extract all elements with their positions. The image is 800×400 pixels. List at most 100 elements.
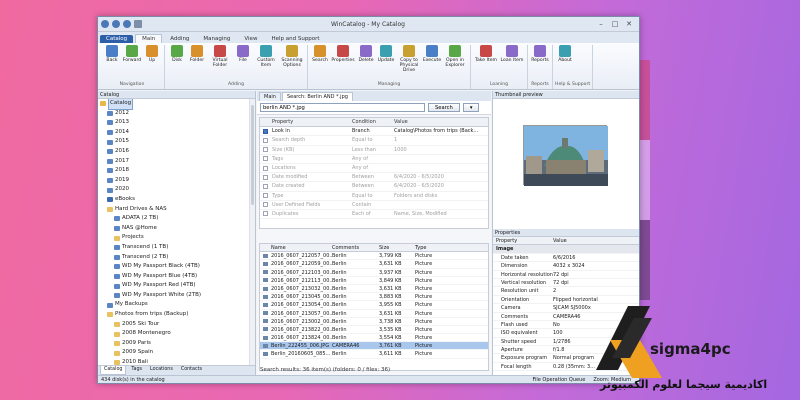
- table-row[interactable]: 2016_0607_212059_00... Berlin 3,631 KB Pict…: [260, 260, 488, 269]
- criteria-row[interactable]: User Defined Fields Contain: [260, 201, 488, 210]
- copy-to-physical-drive-button[interactable]: Copy to Physical Drive: [396, 45, 422, 82]
- tab-catalog[interactable]: Catalog: [100, 35, 134, 43]
- close-icon[interactable]: ✕: [622, 20, 636, 28]
- tree-item[interactable]: WD My Passport Red (4TB): [98, 281, 249, 291]
- property-row[interactable]: Dimension 4032 x 3024: [493, 262, 639, 271]
- table-row[interactable]: 2016_0607_212057_00... Berlin 3,799 KB Pict…: [260, 252, 488, 261]
- folder-button[interactable]: Folder: [187, 45, 207, 82]
- search-options-button[interactable]: ▾: [462, 103, 480, 112]
- criteria-checkbox[interactable]: [262, 174, 268, 180]
- table-row[interactable]: 2016_0607_213824_00... Berlin 3,554 KB Pict…: [260, 334, 488, 343]
- tree-item[interactable]: WD My Passport White (2TB): [98, 291, 249, 301]
- tab-view[interactable]: View: [238, 35, 263, 43]
- forward-quick-icon[interactable]: [123, 20, 131, 28]
- search-button[interactable]: Search: [310, 45, 330, 82]
- doc-tab-main[interactable]: Main: [259, 92, 281, 101]
- tab-adding[interactable]: Adding: [164, 35, 195, 43]
- maximize-icon[interactable]: □: [608, 20, 622, 28]
- criteria-row[interactable]: Type Equal to Folders and disks: [260, 192, 488, 201]
- disk-button[interactable]: Disk: [167, 45, 187, 82]
- tab-managing[interactable]: Managing: [197, 35, 236, 43]
- loan-item-button[interactable]: Loan Item: [499, 45, 525, 82]
- tree-item[interactable]: Projects: [98, 233, 249, 243]
- tree-item[interactable]: Transcend (2 TB): [98, 253, 249, 263]
- tree-item[interactable]: Hard Drives & NAS: [98, 205, 249, 215]
- table-row[interactable]: Berlin_222455_006.JPG CAMERA46 3,761 KB Pic…: [260, 342, 488, 351]
- criteria-col-condition[interactable]: Condition: [352, 118, 394, 126]
- search-button[interactable]: Search: [428, 103, 460, 112]
- criteria-checkbox[interactable]: [262, 128, 268, 134]
- properties-col-value[interactable]: Value: [553, 237, 639, 244]
- criteria-row[interactable]: Locations Any of: [260, 164, 488, 174]
- tree-item[interactable]: 2013: [98, 118, 249, 128]
- tree-item[interactable]: ADATA (2 TB): [98, 214, 249, 224]
- tree-item[interactable]: Catalog: [98, 99, 249, 110]
- customize-quick-icon[interactable]: [134, 20, 142, 28]
- take-item-button[interactable]: Take Item: [473, 45, 499, 82]
- criteria-checkbox[interactable]: [262, 183, 268, 189]
- criteria-row[interactable]: Tags Any of: [260, 155, 488, 164]
- tree-item[interactable]: 2015: [98, 137, 249, 147]
- scanning-options-button[interactable]: Scanning Options: [279, 45, 305, 82]
- tree-item[interactable]: 2009 Spain: [98, 348, 249, 358]
- panel-tab-locations[interactable]: Locations: [147, 366, 176, 375]
- results-col-name[interactable]: Name: [270, 244, 332, 251]
- table-row[interactable]: 2016_0607_213045_00... Berlin 3,883 KB Pict…: [260, 293, 488, 302]
- delete-button[interactable]: Delete: [356, 45, 376, 82]
- back-button[interactable]: Back: [102, 45, 122, 82]
- table-row[interactable]: 2016_0607_213002_00... Berlin 3,738 KB Pict…: [260, 318, 488, 326]
- criteria-checkbox[interactable]: [262, 137, 268, 143]
- tree-item[interactable]: 2020: [98, 185, 249, 195]
- criteria-row[interactable]: Date modified Between 6/4/2020 - 6/5/2020: [260, 173, 488, 183]
- tree-item[interactable]: 2017: [98, 157, 249, 167]
- property-row[interactable]: Resolution unit 2: [493, 287, 639, 296]
- tree-item[interactable]: 2012: [98, 109, 249, 119]
- virtual-folder-button[interactable]: Virtual Folder: [207, 45, 233, 82]
- tree-item[interactable]: 2019: [98, 176, 249, 186]
- criteria-col-property[interactable]: Property: [270, 118, 352, 126]
- table-row[interactable]: 2016_0607_212113_00... Berlin 3,849 KB Pict…: [260, 277, 488, 285]
- file-button[interactable]: File: [233, 45, 253, 82]
- criteria-checkbox[interactable]: [262, 193, 268, 199]
- criteria-checkbox[interactable]: [262, 165, 268, 171]
- back-quick-icon[interactable]: [112, 20, 120, 28]
- results-col-size[interactable]: Size: [379, 244, 415, 251]
- reports-button[interactable]: Reports: [530, 45, 550, 82]
- custom-item-button[interactable]: Custom Item: [253, 45, 279, 82]
- execute-button[interactable]: Execute: [422, 45, 442, 82]
- tab-help-and-support[interactable]: Help and Support: [265, 35, 325, 43]
- forward-button[interactable]: Forward: [122, 45, 142, 82]
- criteria-row[interactable]: Search depth Equal to 1: [260, 136, 488, 146]
- table-row[interactable]: Berlin_20160605_085... Berlin 3,611 KB Pict…: [260, 350, 488, 359]
- tree-item[interactable]: WD My Passport Blue (4TB): [98, 272, 249, 282]
- property-row[interactable]: Horizontal resolution 72 dpi: [493, 271, 639, 279]
- tree-item[interactable]: Transcend (1 TB): [98, 243, 249, 253]
- properties-group-image[interactable]: Image: [493, 245, 639, 254]
- panel-tab-catalog[interactable]: Catalog: [100, 366, 127, 375]
- search-input[interactable]: [260, 103, 425, 112]
- results-col-comments[interactable]: Comments: [332, 244, 379, 251]
- criteria-checkbox[interactable]: [262, 211, 268, 217]
- tree-item[interactable]: 2005 Ski Tour: [98, 320, 249, 330]
- tree-item[interactable]: Photos from trips (Backup): [98, 310, 249, 320]
- criteria-row[interactable]: Size (KB) Less than 1000: [260, 146, 488, 155]
- open-in-explorer-button[interactable]: Open in Explorer: [442, 45, 468, 82]
- table-row[interactable]: 2016_0607_213032_00... Berlin 3,631 KB Pict…: [260, 285, 488, 294]
- tree-item[interactable]: My Backups: [98, 300, 249, 310]
- property-row[interactable]: Vertical resolution 72 dpi: [493, 279, 639, 288]
- tree-item[interactable]: 2016: [98, 147, 249, 157]
- tree-scrollbar[interactable]: [249, 99, 255, 365]
- file-queue-status[interactable]: File Operation Queue: [532, 376, 593, 383]
- minimize-icon[interactable]: –: [594, 20, 608, 28]
- about-button[interactable]: About: [555, 45, 575, 82]
- criteria-row[interactable]: Date created Between 6/4/2020 - 6/5/2020: [260, 182, 488, 192]
- tree-item[interactable]: 2008 Montenegro: [98, 329, 249, 339]
- results-col-type[interactable]: Type: [415, 244, 451, 251]
- tree-item[interactable]: 2009 Paris: [98, 339, 249, 349]
- criteria-checkbox[interactable]: [262, 147, 268, 153]
- tree-item[interactable]: 2018: [98, 166, 249, 176]
- tree-item[interactable]: WD My Passport Black (4TB): [98, 262, 249, 272]
- panel-tab-contacts[interactable]: Contacts: [178, 366, 205, 375]
- table-row[interactable]: 2016_0607_213822_00... Berlin 3,535 KB Pict…: [260, 326, 488, 335]
- tree-item[interactable]: 2014: [98, 128, 249, 138]
